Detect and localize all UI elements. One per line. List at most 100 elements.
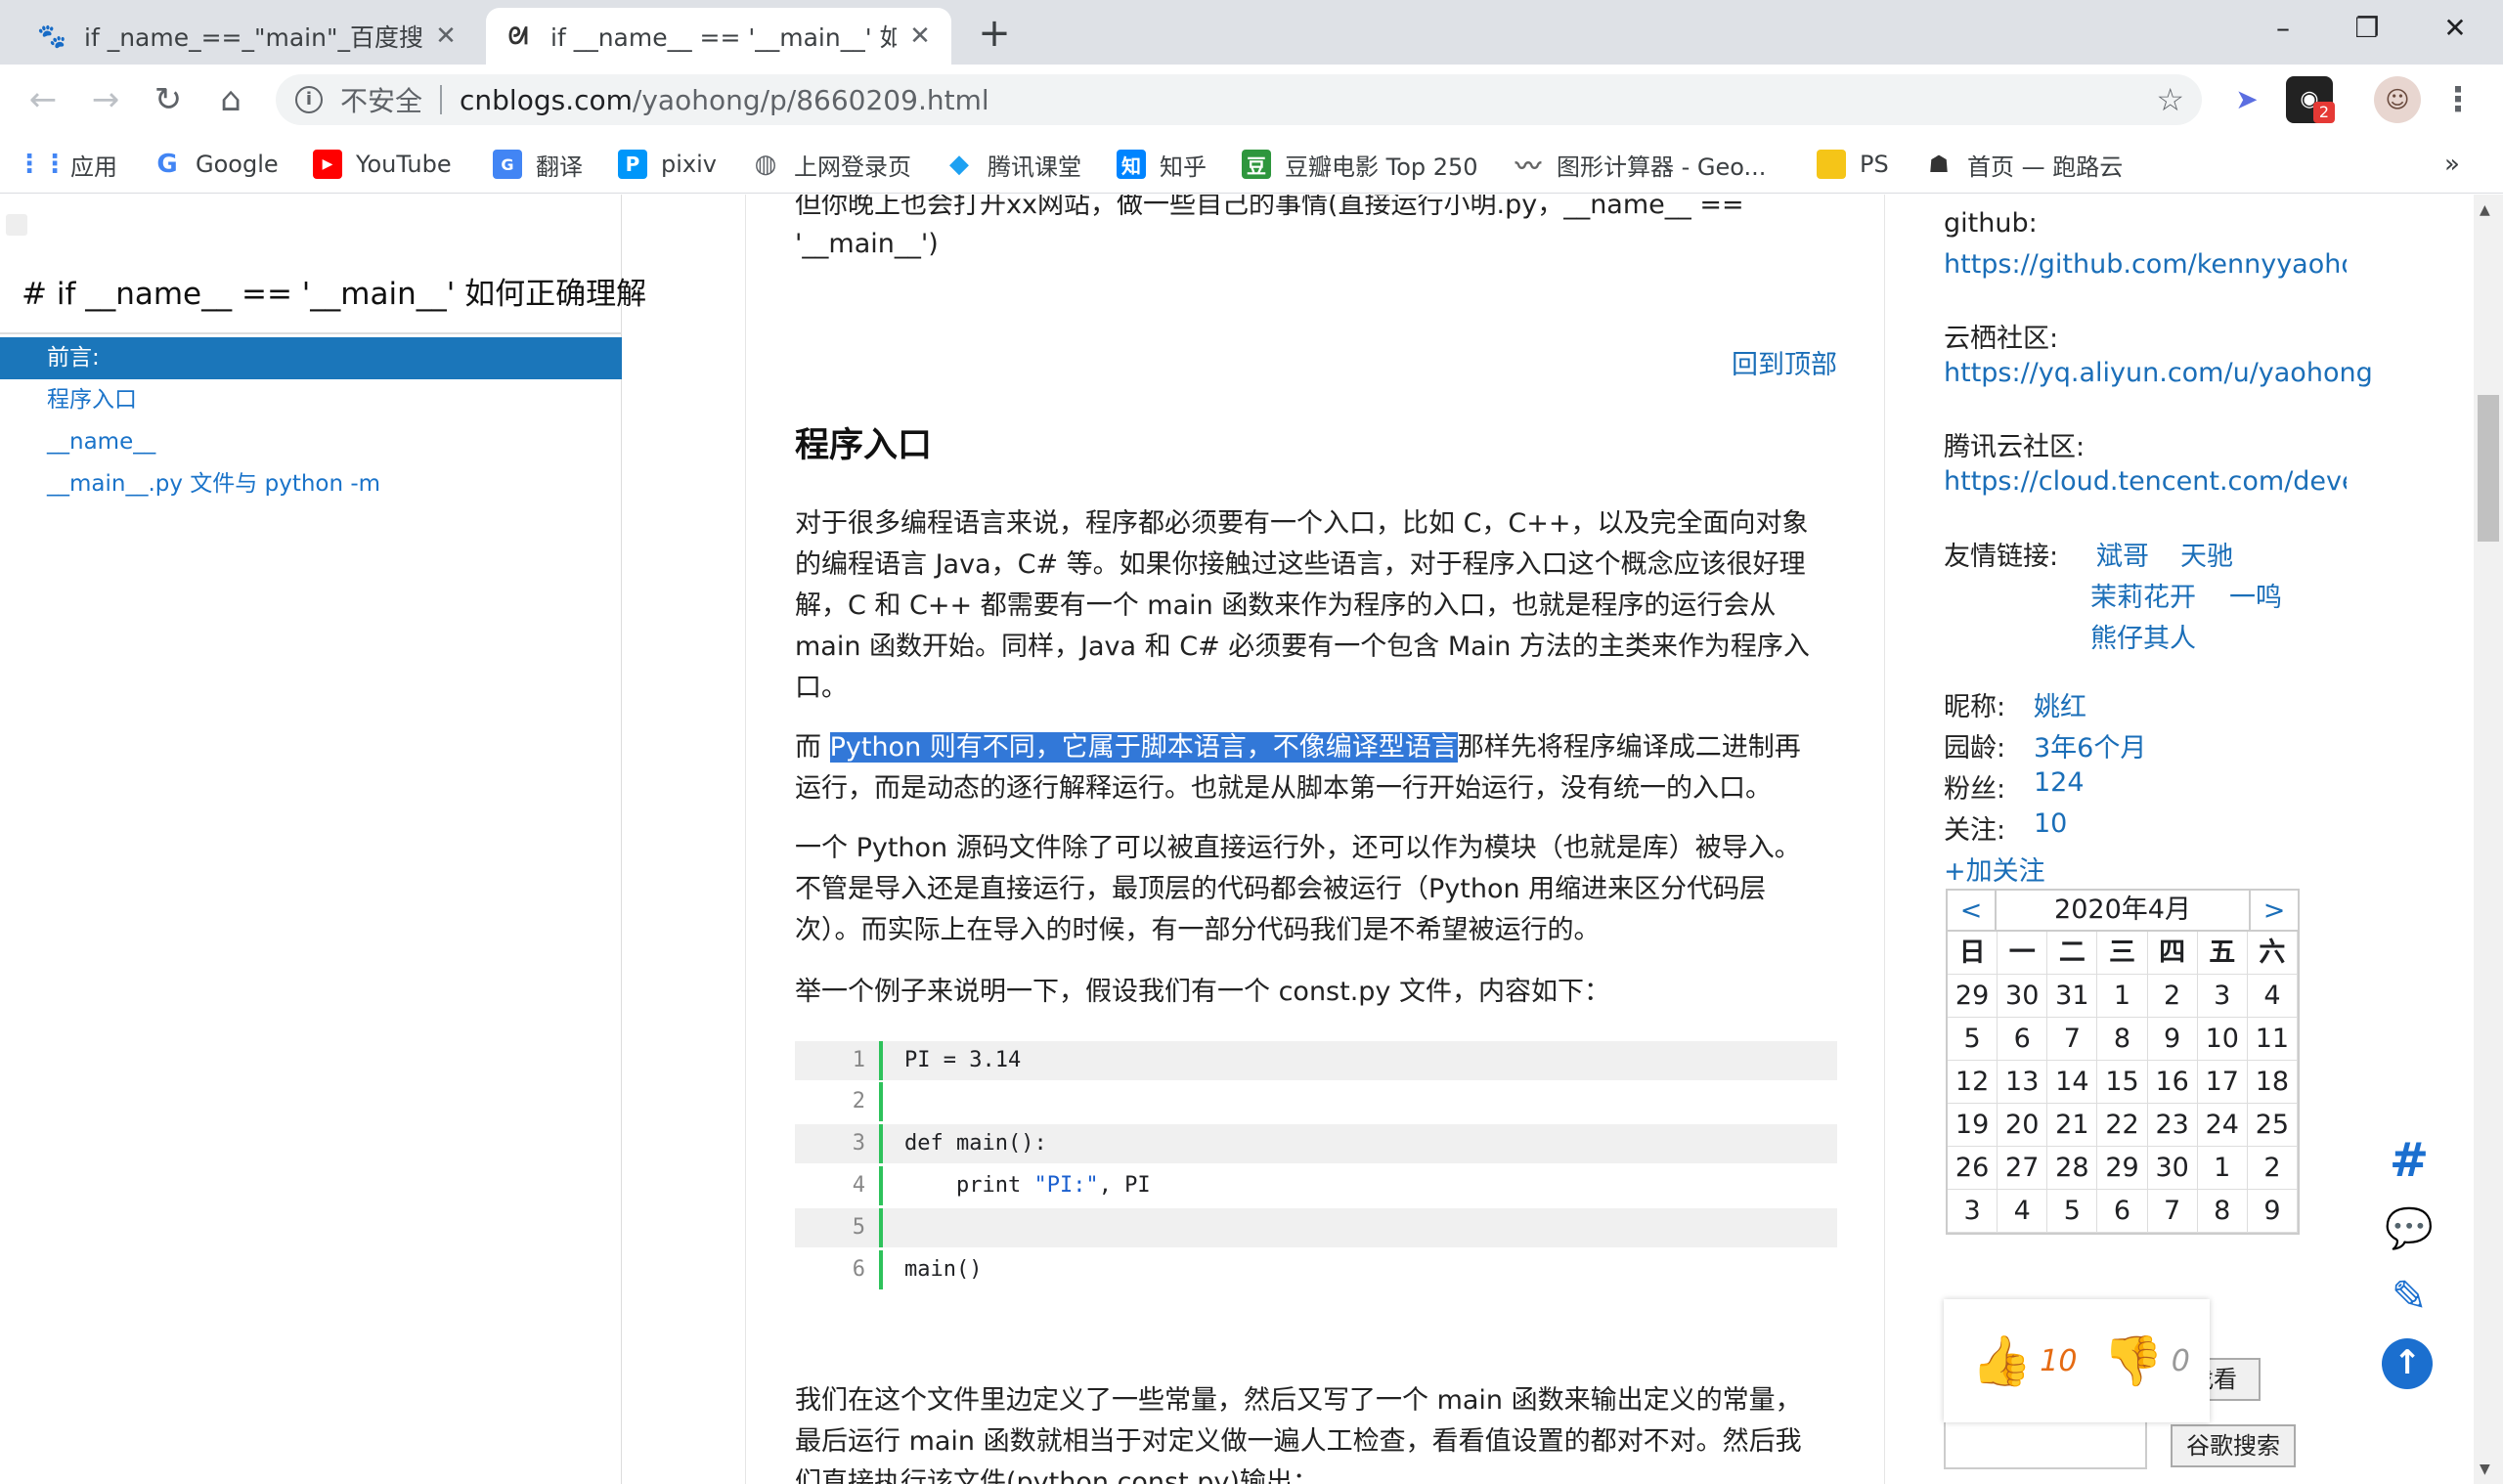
info-icon[interactable]: i <box>295 86 323 113</box>
scroll-up-icon[interactable]: ▲ <box>2480 202 2490 218</box>
nickname-link[interactable]: 姚红 <box>2034 685 2086 723</box>
toc-item-preface[interactable]: 前言: <box>0 337 622 379</box>
tab-cnblogs[interactable]: ᘛ if __name__ == '__main__' 如何 ✕ <box>486 8 951 65</box>
calendar-day[interactable]: 9 <box>2247 1190 2298 1233</box>
bookmark-ke-qq[interactable]: ◆ 腾讯课堂 <box>944 145 1081 184</box>
calendar-day[interactable]: 26 <box>1948 1147 1998 1190</box>
calendar-day[interactable]: 30 <box>1998 975 2048 1018</box>
scroll-down-icon[interactable]: ▼ <box>2480 1462 2490 1477</box>
bookmark-youtube[interactable]: ▶ YouTube <box>313 145 452 184</box>
bookmark-geogebra[interactable]: 〰 图形计算器 - Geo... <box>1514 145 1766 184</box>
calendar-day[interactable]: 29 <box>1948 975 1998 1018</box>
calendar-day[interactable]: 22 <box>2097 1104 2148 1147</box>
toc-item-entry[interactable]: 程序入口 <box>0 379 622 421</box>
calendar-day[interactable]: 10 <box>2197 1018 2248 1061</box>
calendar-day[interactable]: 15 <box>2097 1061 2148 1104</box>
calendar-day[interactable]: 16 <box>2147 1061 2198 1104</box>
calendar-day[interactable]: 29 <box>2097 1147 2148 1190</box>
address-bar[interactable]: i 不安全 cnblogs.com/yaohong/p/8660209.html… <box>276 74 2202 125</box>
add-follow-link[interactable]: +加关注 <box>1944 850 2045 888</box>
extension-bird-icon[interactable]: ➤ <box>2223 76 2270 123</box>
scrollbar-thumb[interactable] <box>2478 395 2499 542</box>
calendar-day[interactable]: 7 <box>2047 1018 2098 1061</box>
thumbs-up-icon[interactable]: 👍 <box>1971 1332 2032 1390</box>
bookmark-apps[interactable]: ⋮⋮ 应用 <box>17 145 117 184</box>
toc-item-name[interactable]: __name__ <box>0 421 622 463</box>
calendar-day[interactable]: 20 <box>1998 1104 2048 1147</box>
bookmark-ps[interactable]: PS <box>1817 145 1889 184</box>
fans-link[interactable]: 124 <box>2034 767 2085 798</box>
calendar-day[interactable]: 6 <box>1998 1018 2048 1061</box>
profile-avatar[interactable]: ☺ <box>2374 76 2421 123</box>
calendar-day[interactable]: 1 <box>2097 975 2148 1018</box>
friend-link[interactable]: 熊仔其人 <box>2090 617 2196 655</box>
follow-link[interactable]: 10 <box>2034 808 2067 839</box>
toc-toggle-icon[interactable] <box>6 214 27 236</box>
yunqi-link[interactable]: https://yq.aliyun.com/u/yaohong <box>1944 358 2373 388</box>
calendar-day[interactable]: 5 <box>1948 1018 1998 1061</box>
calendar-day[interactable]: 24 <box>2197 1104 2248 1147</box>
home-button[interactable]: ⌂ <box>209 78 252 121</box>
calendar-day[interactable]: 14 <box>2047 1061 2098 1104</box>
calendar-day[interactable]: 4 <box>1998 1190 2048 1233</box>
friend-link[interactable]: 一鸣 <box>2229 576 2282 614</box>
hash-icon[interactable]: # <box>2382 1133 2437 1188</box>
github-link[interactable]: https://github.com/kennyyaohong <box>1944 249 2347 280</box>
calendar-day[interactable]: 8 <box>2197 1190 2248 1233</box>
calendar-day[interactable]: 31 <box>2047 975 2098 1018</box>
back-to-top-link[interactable]: 回到顶部 <box>1732 343 1837 381</box>
calendar-day[interactable]: 7 <box>2147 1190 2198 1233</box>
calendar-day[interactable]: 17 <box>2197 1061 2248 1104</box>
new-tab-button[interactable]: + <box>970 10 1019 59</box>
calendar-day[interactable]: 5 <box>2047 1190 2098 1233</box>
back-button[interactable]: ← <box>22 78 65 121</box>
close-tab-icon[interactable]: ✕ <box>906 22 934 51</box>
page-scrollbar[interactable]: ▲ ▼ <box>2474 195 2503 1484</box>
bookmark-translate[interactable]: G 翻译 <box>493 145 583 184</box>
maximize-button[interactable]: ❐ <box>2323 0 2411 57</box>
calendar-day[interactable]: 2 <box>2247 1147 2298 1190</box>
menu-icon[interactable]: ⋮ <box>2435 76 2481 123</box>
thumbs-down-icon[interactable]: 👎 <box>2102 1332 2163 1390</box>
calendar-day[interactable]: 3 <box>1948 1190 1998 1233</box>
tab-baidu[interactable]: 🐾 if _name_==_"main"_百度搜索 ✕ <box>20 8 477 65</box>
calendar-day[interactable]: 13 <box>1998 1061 2048 1104</box>
scroll-top-icon[interactable]: ↑ <box>2382 1338 2433 1389</box>
calendar-day[interactable]: 8 <box>2097 1018 2148 1061</box>
bookmark-login[interactable]: ◍ 上网登录页 <box>751 145 911 184</box>
bookmark-pixiv[interactable]: P pixiv <box>618 145 717 184</box>
reload-button[interactable]: ↻ <box>147 78 190 121</box>
close-tab-icon[interactable]: ✕ <box>432 22 460 51</box>
calendar-day[interactable]: 18 <box>2247 1061 2298 1104</box>
friend-link[interactable]: 斌哥 <box>2096 535 2149 573</box>
calendar-day[interactable]: 21 <box>2047 1104 2098 1147</box>
calendar-next-button[interactable]: > <box>2251 895 2298 926</box>
edit-icon[interactable]: ✎ <box>2382 1270 2437 1325</box>
bookmark-paoluyun[interactable]: ☗ 首页 — 跑路云 <box>1924 145 2123 184</box>
bookmark-zhihu[interactable]: 知 知乎 <box>1117 145 1207 184</box>
calendar-day[interactable]: 6 <box>2097 1190 2148 1233</box>
bookmark-google[interactable]: G Google <box>153 145 278 184</box>
selected-text[interactable]: Python 则有不同，它属于脚本语言，不像编译型语言 <box>829 732 1458 763</box>
google-search-input[interactable] <box>1944 1420 2147 1469</box>
calendar-day[interactable]: 27 <box>1998 1147 2048 1190</box>
bookmarks-more-button[interactable]: » <box>2444 145 2460 184</box>
bookmark-douban[interactable]: 豆 豆瓣电影 Top 250 <box>1242 145 1478 184</box>
calendar-day[interactable]: 19 <box>1948 1104 1998 1147</box>
calendar-day[interactable]: 12 <box>1948 1061 1998 1104</box>
friend-link[interactable]: 天驰 <box>2180 535 2233 573</box>
calendar-day[interactable]: 25 <box>2247 1104 2298 1147</box>
bookmark-star-icon[interactable]: ☆ <box>2156 81 2184 118</box>
age-link[interactable]: 3年6个月 <box>2034 726 2146 764</box>
forward-button[interactable]: → <box>84 78 127 121</box>
url-text[interactable]: cnblogs.com/yaohong/p/8660209.html <box>460 84 989 116</box>
calendar-day[interactable]: 1 <box>2197 1147 2248 1190</box>
security-label[interactable]: 不安全 <box>340 80 422 119</box>
minimize-button[interactable]: – <box>2239 0 2327 57</box>
calendar-day[interactable]: 28 <box>2047 1147 2098 1190</box>
calendar-day[interactable]: 30 <box>2147 1147 2198 1190</box>
close-window-button[interactable]: ✕ <box>2411 0 2499 57</box>
google-search-button[interactable]: 谷歌搜索 <box>2171 1424 2296 1467</box>
tencent-link[interactable]: https://cloud.tencent.com/develop <box>1944 466 2347 497</box>
calendar-day[interactable]: 3 <box>2197 975 2248 1018</box>
